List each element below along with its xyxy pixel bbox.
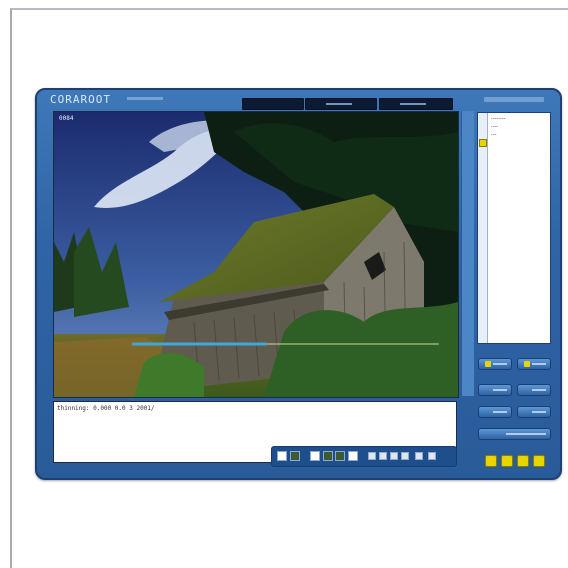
yellow-tool-icon[interactable] [485,455,497,467]
pen-icon[interactable] [428,452,436,460]
panel-button-wide[interactable] [478,428,551,440]
panel-button-1[interactable] [478,358,512,370]
panel-heading [484,97,544,102]
white-square-icon[interactable] [310,451,320,461]
checkbox-icon[interactable] [479,139,487,147]
photo-thumb-icon[interactable] [290,451,300,461]
zoom-icon[interactable] [415,452,423,460]
app-logo-subtitle [127,97,163,100]
app-logo: CORAROOT [50,93,111,106]
panel-gutter [478,113,488,343]
panel-button-3[interactable] [478,384,512,396]
image-viewer[interactable]: 0084 [53,111,459,398]
panel-button-6[interactable] [517,406,551,418]
list-item[interactable]: -------- [491,116,505,122]
layers-panel: -------- ---- --- [477,112,551,344]
arrow-icon[interactable] [368,452,376,460]
list-item[interactable]: --- [491,132,496,138]
photo-thumb-icon[interactable] [323,451,333,461]
top-tab-1[interactable] [242,98,304,110]
white-square-icon[interactable] [348,451,358,461]
panel-button-2[interactable] [517,358,551,370]
white-square-icon[interactable] [277,451,287,461]
barn-photo [54,112,458,397]
grid-icon[interactable] [379,452,387,460]
list-item[interactable]: ---- [491,124,498,130]
photo-thumb-icon[interactable] [335,451,345,461]
yellow-tool-icon[interactable] [533,455,545,467]
image-label: 0084 [59,115,74,122]
yellow-tool-icon[interactable] [517,455,529,467]
top-tab-3[interactable] [379,98,453,110]
notes-text: thinning: 0.000 0.0 3 2001/ [57,405,155,412]
panel-button-4[interactable] [517,384,551,396]
vertical-scrollbar[interactable] [461,111,474,396]
grid-icon[interactable] [390,452,398,460]
yellow-tool-icon[interactable] [501,455,513,467]
panel-button-5[interactable] [478,406,512,418]
app-window: CORAROOT 0084 thinning: 0.000 0.0 3 2001… [35,88,562,480]
title-bar: CORAROOT [37,90,560,110]
grid-icon[interactable] [401,452,409,460]
top-tab-2[interactable] [305,98,377,110]
bottom-toolbar [271,446,457,467]
